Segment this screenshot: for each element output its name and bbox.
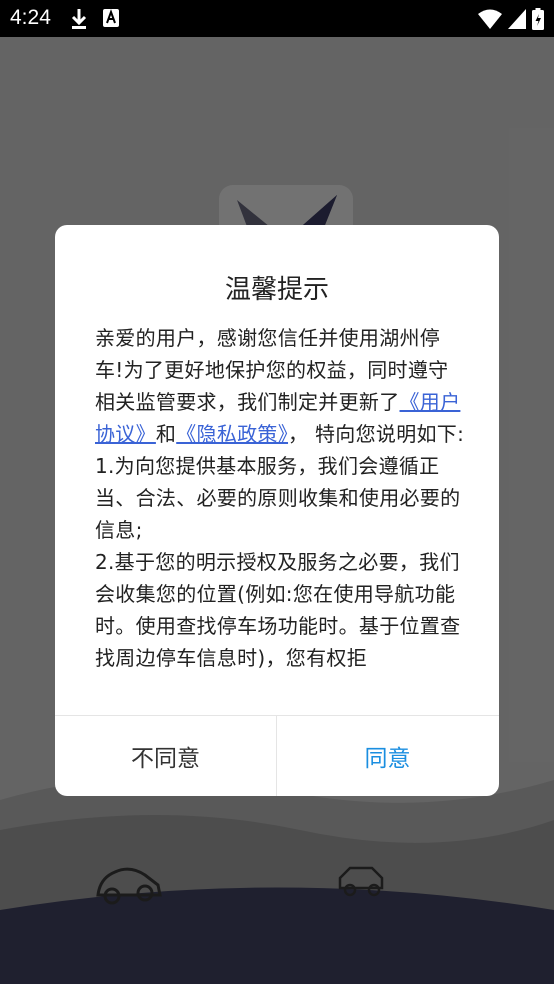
dialog-title: 温馨提示 (224, 275, 329, 305)
dialog-body[interactable]: 亲爱的用户，感谢您信任并使用湖州停车!为了更好地保护您的权益，同时遵守相关监管要… (95, 322, 467, 692)
privacy-dialog: 温馨提示 亲爱的用户，感谢您信任并使用湖州停车!为了更好地保护您的权益，同时遵守… (55, 225, 499, 796)
agree-button[interactable]: 同意 (277, 716, 498, 796)
intro-text: 亲爱的用户，感谢您信任并使用湖州停车!为了更好地保护您的权益，同时遵守相关监管要… (95, 326, 449, 414)
after-links-text: ， 特向您说明如下: (288, 422, 465, 446)
status-bar: 4:24 (0, 0, 554, 37)
status-time: 4:24 (10, 6, 51, 29)
signal-icon (508, 9, 526, 29)
decline-button[interactable]: 不同意 (55, 716, 276, 796)
download-icon (71, 9, 87, 29)
a-badge-icon (103, 9, 119, 27)
item-1-text: 1.为向您提供基本服务，我们会遵循正当、合法、必要的原则收集和使用必要的信息; (95, 454, 461, 542)
privacy-policy-link[interactable]: 《隐私政策》 (176, 422, 288, 446)
battery-icon (532, 8, 544, 30)
wifi-icon (478, 9, 502, 29)
item-2-text: 2.基于您的明示授权及服务之必要，我们会收集您的位置(例如:您在使用导航功能时。… (95, 550, 461, 670)
and-text: 和 (155, 422, 177, 446)
